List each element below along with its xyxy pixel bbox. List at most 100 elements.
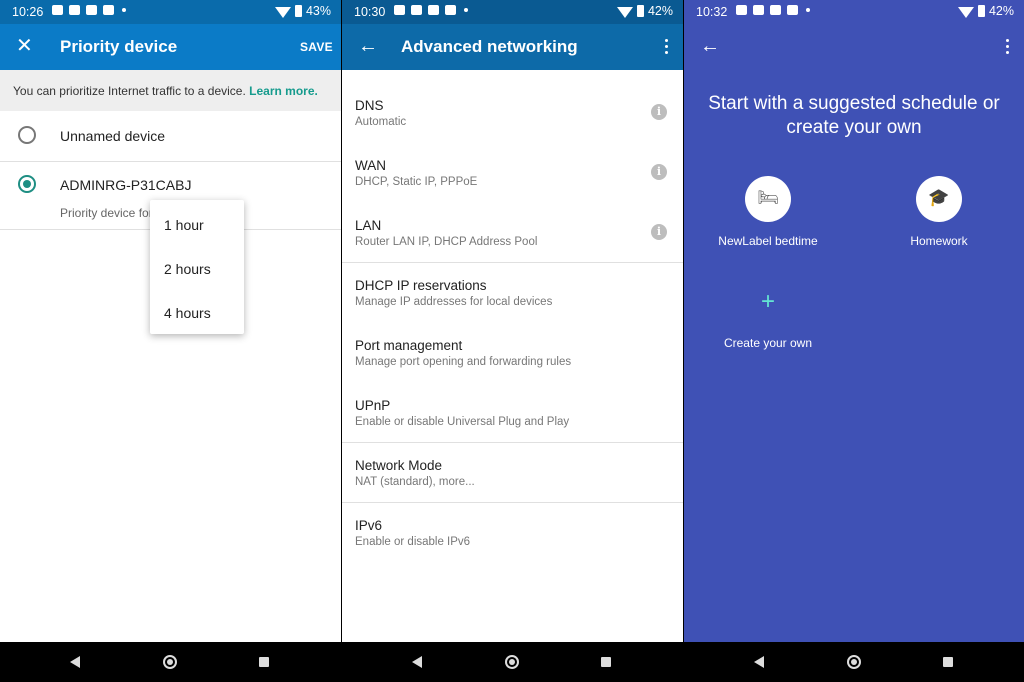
home-button-icon[interactable] (505, 655, 519, 669)
more-notifications-icon (464, 8, 468, 12)
facebook-icon (69, 5, 80, 15)
info-icon[interactable]: i (651, 104, 667, 120)
wifi-icon (957, 6, 974, 18)
info-icon[interactable]: i (651, 224, 667, 240)
nav-buttons (684, 642, 1024, 682)
advanced-networking-screen: 10:30 42% ← Advanced networking DNS Auto… (342, 0, 683, 642)
settings-row-upnp[interactable]: UPnP Enable or disable Universal Plug an… (342, 386, 683, 442)
youtube-icon (445, 5, 456, 15)
status-bar: 10:26 43% (0, 0, 341, 24)
image-icon (52, 5, 63, 15)
row-title: DHCP IP reservations (355, 278, 487, 293)
divider (342, 442, 683, 443)
row-title: DNS (355, 98, 384, 113)
plus-icon[interactable]: + (760, 288, 776, 316)
back-arrow-icon[interactable]: ← (358, 36, 378, 56)
divider (342, 262, 683, 263)
row-title: LAN (355, 218, 382, 233)
bedtime-schedule-button[interactable]: 🛏 (745, 176, 791, 222)
system-navigation-bar (0, 642, 1024, 682)
back-button-icon[interactable] (412, 656, 422, 668)
status-bar: 10:32 42% (684, 0, 1024, 24)
divider (342, 502, 683, 503)
more-notifications-icon (122, 8, 126, 12)
device-subtitle: Priority device for (60, 206, 153, 220)
save-button[interactable]: SAVE (300, 40, 333, 54)
device-name: Unnamed device (60, 128, 166, 144)
notification-icons (736, 5, 810, 15)
back-arrow-icon[interactable]: ← (700, 36, 720, 56)
nav-buttons (342, 642, 683, 682)
menu-item-2-hours[interactable]: 2 hours (164, 261, 211, 277)
radio-button[interactable] (18, 126, 36, 144)
recents-button-icon[interactable] (601, 657, 611, 667)
graduation-cap-icon: 🎓 (928, 188, 950, 207)
menu-item-1-hour[interactable]: 1 hour (164, 217, 204, 233)
app-bar: ✕ Priority device SAVE (0, 24, 341, 70)
youtube-icon (787, 5, 798, 15)
row-subtitle: Enable or disable Universal Plug and Pla… (355, 416, 570, 428)
battery-icon (977, 5, 985, 17)
device-name: ADMINRG-P31CABJ (60, 177, 192, 193)
recents-button-icon[interactable] (259, 657, 269, 667)
duration-menu: 1 hour 2 hours 4 hours (150, 200, 244, 334)
notification-icons (394, 5, 468, 15)
wifi-icon (616, 6, 633, 18)
menu-item-4-hours[interactable]: 4 hours (164, 305, 211, 321)
battery-percent: 42% (647, 4, 673, 18)
status-bar: 10:30 42% (342, 0, 683, 24)
facebook-icon (411, 5, 422, 15)
settings-row-network-mode[interactable]: Network Mode NAT (standard), more... (342, 446, 683, 502)
row-subtitle: Router LAN IP, DHCP Address Pool (355, 236, 538, 248)
priority-device-screen: 10:26 43% ✕ Priority device SAVE You can… (0, 0, 341, 642)
battery-percent: 42% (988, 4, 1014, 18)
row-subtitle: Automatic (355, 116, 407, 128)
info-text: You can prioritize Internet traffic to a… (13, 84, 246, 98)
recents-button-icon[interactable] (943, 657, 953, 667)
image-icon (394, 5, 405, 15)
bed-icon: 🛏 (757, 188, 779, 207)
close-icon[interactable]: ✕ (16, 36, 33, 56)
home-button-icon[interactable] (847, 655, 861, 669)
system-icons: 42% (957, 4, 1014, 18)
homework-label: Homework (910, 234, 968, 248)
status-time: 10:30 (354, 5, 386, 19)
row-title: WAN (355, 158, 386, 173)
more-options-icon[interactable] (1006, 39, 1010, 57)
headline: Start with a suggested schedule or creat… (684, 92, 1024, 140)
home-button-icon[interactable] (163, 655, 177, 669)
nav-buttons (0, 642, 341, 682)
page-title: Advanced networking (401, 37, 578, 56)
system-icons: 43% (274, 4, 331, 18)
youtube-icon (770, 5, 781, 15)
headline-line-1: Start with a suggested schedule or (708, 93, 1000, 114)
radio-button-selected[interactable] (18, 175, 36, 193)
app-bar: ← Advanced networking (342, 24, 683, 70)
notification-icons (52, 5, 126, 15)
homework-schedule-button[interactable]: 🎓 (916, 176, 962, 222)
back-button-icon[interactable] (754, 656, 764, 668)
settings-row-port-management[interactable]: Port management Manage port opening and … (342, 326, 683, 386)
settings-row-wan[interactable]: WAN DHCP, Static IP, PPPoE i (342, 146, 683, 206)
settings-row-ipv6[interactable]: IPv6 Enable or disable IPv6 (342, 506, 683, 562)
row-subtitle: DHCP, Static IP, PPPoE (355, 176, 478, 188)
row-title: Network Mode (355, 458, 443, 473)
settings-row-dhcp-reservations[interactable]: DHCP IP reservations Manage IP addresses… (342, 266, 683, 326)
more-notifications-icon (806, 8, 810, 12)
device-option-unnamed[interactable]: Unnamed device (0, 112, 341, 162)
facebook-icon (753, 5, 764, 15)
row-subtitle: Manage port opening and forwarding rules (355, 356, 572, 368)
battery-icon (636, 5, 644, 17)
headline-line-2: create your own (786, 117, 922, 138)
learn-more-link[interactable]: Learn more. (249, 84, 318, 98)
more-options-icon[interactable] (665, 39, 669, 57)
app-bar: ← (684, 24, 1024, 70)
youtube-icon (428, 5, 439, 15)
status-time: 10:26 (12, 5, 44, 19)
create-your-own-label[interactable]: Create your own (698, 336, 838, 350)
image-icon (736, 5, 747, 15)
settings-row-lan[interactable]: LAN Router LAN IP, DHCP Address Pool i (342, 206, 683, 262)
back-button-icon[interactable] (70, 656, 80, 668)
settings-row-dns[interactable]: DNS Automatic i (342, 86, 683, 146)
info-icon[interactable]: i (651, 164, 667, 180)
